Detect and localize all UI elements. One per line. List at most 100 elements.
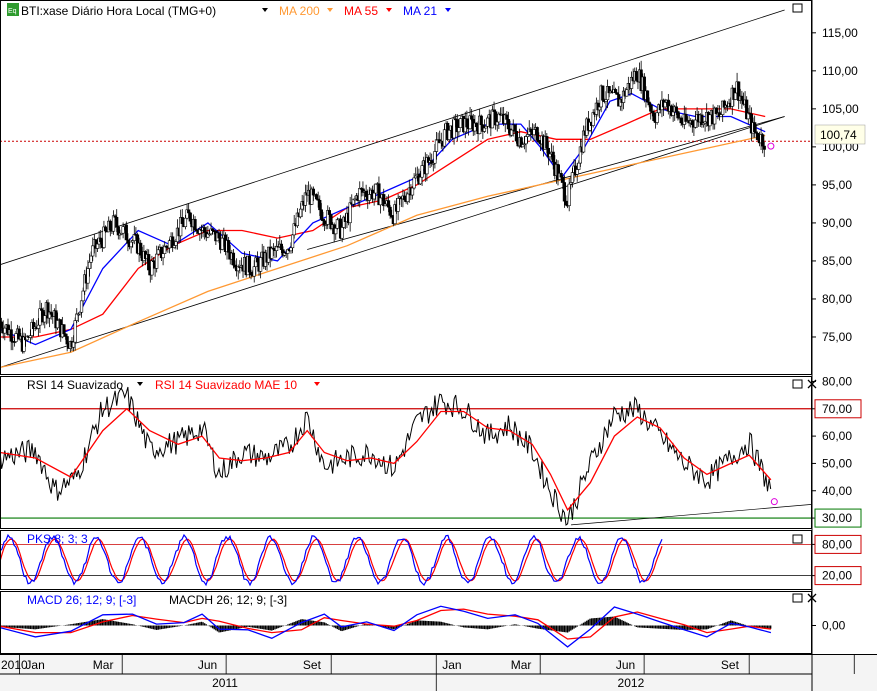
candle-body <box>147 254 151 271</box>
candle-body <box>79 300 84 313</box>
rsi-ma-legend-label[interactable]: RSI 14 Suavizado MAE 10 <box>155 378 297 392</box>
ma55-label[interactable]: MA 55 <box>344 4 378 18</box>
candle-body <box>161 253 165 259</box>
macdh-legend-label[interactable]: MACDH 26; 12; 9; [-3] <box>169 593 287 607</box>
rsi-maximize-icon <box>792 379 803 389</box>
candle-body <box>524 136 528 145</box>
x-axis-bg <box>0 655 877 691</box>
x-month-label: Set <box>303 658 322 672</box>
candle-body <box>180 217 184 224</box>
candle-body <box>174 241 178 246</box>
candle-body <box>753 122 757 133</box>
candle-body <box>233 264 237 268</box>
candle-body <box>655 112 659 123</box>
macd-legend-label[interactable]: MACD 26; 12; 9; [-3] <box>27 593 136 607</box>
candle-body <box>193 219 197 231</box>
symbol-title[interactable]: BTI:xase Diário Hora Local (TMG+0) <box>21 4 216 18</box>
candle-body <box>649 104 653 112</box>
candle-body <box>601 85 605 101</box>
candle-body <box>465 118 469 128</box>
candle-body <box>719 114 723 117</box>
candle-body <box>562 182 567 202</box>
price-ytick-label: 75,00 <box>822 330 852 344</box>
candle-body <box>167 240 172 249</box>
candle-body <box>378 197 383 206</box>
candle-body <box>364 190 368 197</box>
ma21-label[interactable]: MA 21 <box>403 4 437 18</box>
candle-body <box>348 202 352 224</box>
candle-body <box>111 215 116 232</box>
price-maximize-icon <box>792 3 803 13</box>
chart-area: 115,00110,00105,00100,0095,0090,0085,008… <box>0 0 877 691</box>
candle-body <box>155 253 159 269</box>
candle-body <box>740 95 744 101</box>
candle-body <box>452 118 456 139</box>
candle-body <box>693 119 698 128</box>
candle-body <box>733 92 738 100</box>
x-year-label: 2011 <box>212 676 238 690</box>
rsi-level-label: 70,00 <box>822 402 852 416</box>
candle-body <box>38 308 42 326</box>
x-month-label: Jun <box>616 658 635 672</box>
ma200-label[interactable]: MA 200 <box>279 4 320 18</box>
rsi-legend[interactable]: RSI 14 Suavizado RSI 14 Suavizado MAE 10 <box>27 378 320 392</box>
candle-body <box>87 261 92 269</box>
candle-body <box>86 268 90 284</box>
candle-body <box>575 169 579 175</box>
last-price-tag: 100,74 <box>814 124 866 145</box>
candle-body <box>470 115 474 120</box>
candle-body <box>81 290 85 302</box>
candle-body <box>505 114 509 120</box>
candle-body <box>279 243 284 250</box>
candle-body <box>203 227 207 233</box>
candle-body <box>708 114 712 127</box>
candle-body <box>249 271 253 276</box>
candle-body <box>679 117 683 124</box>
candle-body <box>652 112 656 121</box>
candle-body <box>103 226 108 232</box>
candle-body <box>289 247 293 252</box>
candle-body <box>372 192 376 200</box>
candle-body <box>613 89 618 94</box>
x-month-label: 2010 <box>1 658 28 672</box>
pks-legend-label[interactable]: PKS 8; 3; 3 <box>27 532 88 546</box>
candle-body <box>457 127 461 133</box>
candle-body <box>676 111 680 119</box>
price-ytick-label: 110,00 <box>822 64 858 78</box>
candle-body <box>386 200 391 208</box>
candle-body <box>447 129 451 140</box>
rsi-ytick-label: 40,00 <box>822 484 852 498</box>
candle-body <box>14 333 18 342</box>
candle-body <box>95 243 100 249</box>
pks-level-label: 80,00 <box>822 537 852 551</box>
candle-body <box>545 136 549 149</box>
candle-body <box>690 120 694 126</box>
price-ytick-label: 105,00 <box>822 102 859 116</box>
rsi-ytick-label: 50,00 <box>822 456 852 470</box>
candle-body <box>129 241 133 248</box>
candle-body <box>577 162 581 170</box>
candle-body <box>270 247 274 259</box>
candle-body <box>671 111 675 116</box>
candle-body <box>55 320 60 329</box>
candle-body <box>358 188 362 201</box>
candle-body <box>762 145 766 150</box>
x-axis: 2010Jan Mar Jun Set Jan Mar Jun Set2011 2012 <box>0 655 877 691</box>
rsi-legend-label[interactable]: RSI 14 Suavizado <box>27 378 123 392</box>
candle-body <box>442 129 447 147</box>
candle-body <box>318 199 322 211</box>
x-month-label: Mar <box>93 658 114 672</box>
candle-body <box>91 245 95 257</box>
candle-body <box>367 194 371 201</box>
candle-body <box>314 194 319 200</box>
candle-body <box>514 130 519 142</box>
candle-body <box>479 115 483 126</box>
candle-body <box>231 252 236 266</box>
candle-body <box>482 127 487 132</box>
candle-body <box>124 224 128 241</box>
candle-body <box>319 209 323 220</box>
candle-body <box>526 134 530 137</box>
rsi-ytick-label: 80,00 <box>822 374 852 388</box>
candle-body <box>634 71 638 81</box>
candle-body <box>567 183 571 206</box>
